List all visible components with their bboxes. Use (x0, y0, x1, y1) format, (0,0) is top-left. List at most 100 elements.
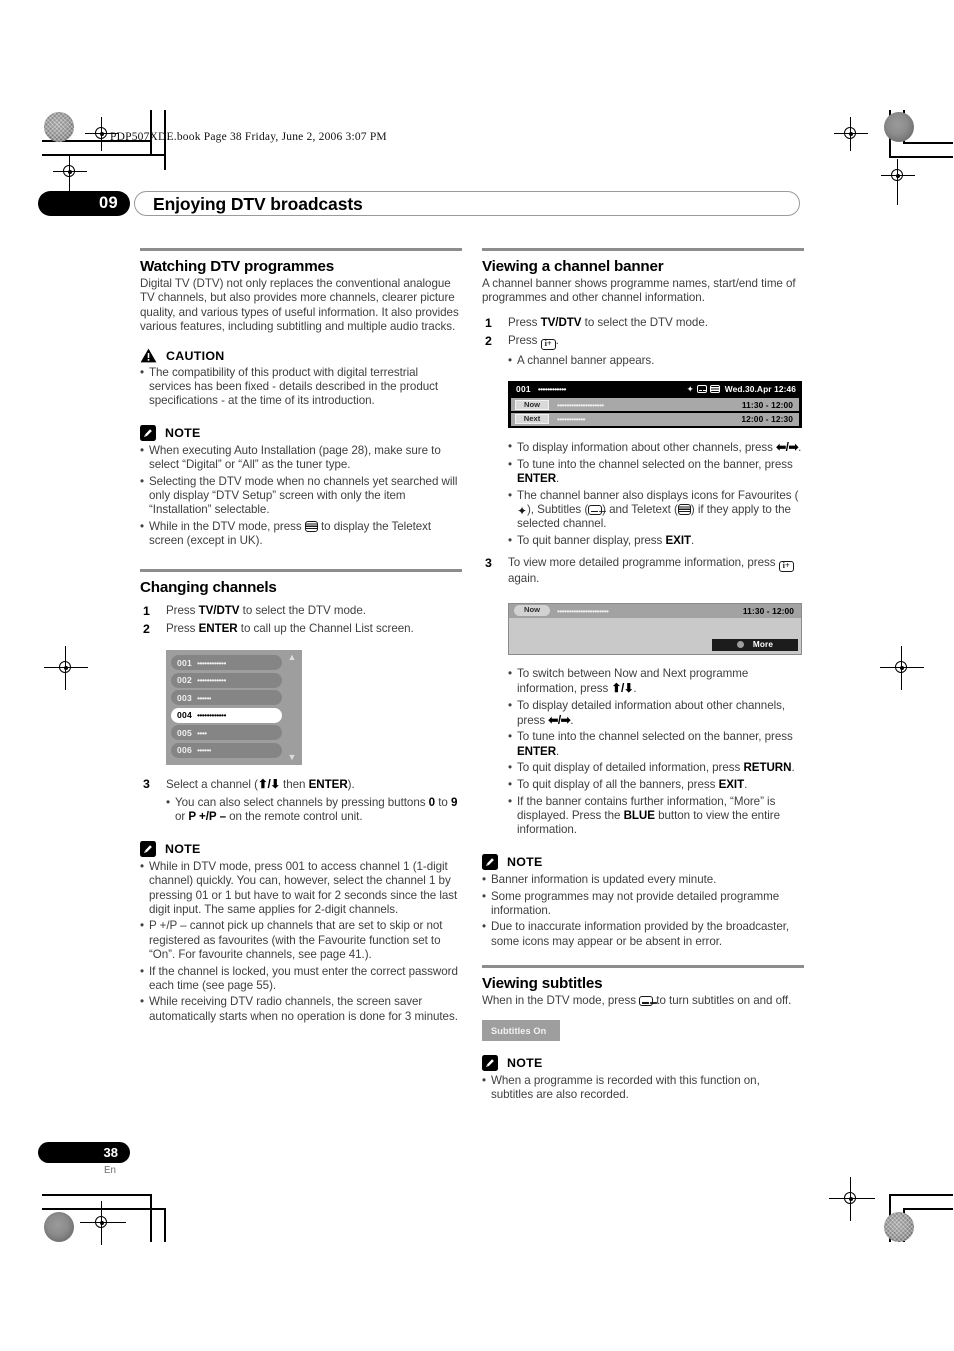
subtitles-icon (639, 995, 654, 1006)
detail-body: More (509, 617, 801, 654)
list-item[interactable]: 006 •••••• (171, 742, 282, 758)
print-slug: PDP507XDE.book Page 38 Friday, June 2, 2… (110, 131, 387, 143)
step-text-mid: then (279, 778, 309, 792)
channel-number: 001 (177, 657, 192, 668)
step-keyword: TV/DTV (198, 603, 240, 617)
favourites-icon: ✦ (517, 503, 528, 518)
more-label: More (752, 640, 774, 650)
bullet-keyword: EXIT (665, 533, 692, 547)
next-tag: Next (515, 414, 549, 424)
bullet-text-pre: To quit display of all the banners, pres… (517, 778, 719, 792)
list-item: To quit display of all the banners, pres… (508, 778, 804, 792)
substep-text-a: You can also select channels by pressing… (175, 796, 429, 810)
note-header-changing: NOTE (140, 841, 462, 858)
list-item[interactable]: 005 •••• (171, 725, 282, 741)
bullet-text-pre: To display information about other chann… (517, 441, 777, 454)
note-bullet-list-watching: When executing Auto Installation (page 2… (140, 444, 462, 548)
substep-list: You can also select channels by pressing… (166, 796, 462, 824)
registration-mark-upper-left (53, 155, 87, 201)
teletext-icon (709, 385, 720, 393)
substep-text-g: on the remote control unit. (225, 810, 363, 824)
substep-text-c: to (435, 796, 451, 810)
channel-number: 005 (177, 727, 192, 738)
channel-name-dots: •••••• (196, 692, 212, 703)
step-keyword: ENTER (308, 778, 348, 792)
list-item: To display detailed information about ot… (508, 699, 804, 728)
next-programme-dots: •••••••••••• (557, 414, 586, 424)
list-item: If the channel is locked, you must enter… (140, 965, 462, 993)
note-bullet-list-changing: While in DTV mode, press 001 to access c… (140, 860, 462, 1024)
bullet-keyword: EXIT (718, 778, 745, 792)
list-item: To quit display of detailed information,… (508, 761, 804, 775)
channel-name-dots: •••••••••••• (196, 710, 226, 721)
step-text-pre: Select a channel ( (166, 778, 258, 792)
step-text-post: again. (508, 572, 540, 586)
step-text-post: to call up the Channel List screen. (237, 621, 414, 635)
section-rule (140, 248, 462, 252)
substep-list: A channel banner appears. (508, 354, 804, 368)
banner-channel-name-dots: •••••••••••• (537, 384, 567, 394)
section-heading-changing-channels: Changing channels (140, 578, 277, 596)
note-header-subtitles: NOTE (482, 1055, 804, 1072)
note-header-banner: NOTE (482, 853, 804, 870)
subtitles-icon (696, 385, 707, 393)
registration-mark-mid-left (44, 646, 88, 690)
bullet-text-pre: To tune into the channel selected on the… (517, 730, 793, 744)
caution-header: CAUTION (140, 348, 462, 363)
left-right-arrows-icon: ⬅/➡ (776, 440, 799, 454)
bullet-keyword: BLUE (623, 808, 655, 822)
section-heading-viewing-subtitles: Viewing subtitles (482, 974, 603, 992)
now-tag: Now (515, 399, 549, 410)
subtitles-intro: When in the DTV mode, press to turn subt… (482, 994, 804, 1008)
scroll-down-icon[interactable]: ▼ (287, 753, 297, 762)
section-heading-watching-dtv: Watching DTV programmes (140, 258, 334, 276)
step-number: 1 (485, 315, 492, 330)
banner-next-row: Next •••••••••••• 12:00 - 12:30 (511, 412, 799, 426)
list-item[interactable]: 002 •••••••••••• (171, 672, 282, 688)
step-2-banner: 2 Press i+. (482, 334, 804, 350)
blue-button-icon (736, 641, 744, 649)
section-rule (482, 248, 804, 252)
list-item[interactable]: 001 •••••••••••• (171, 655, 282, 671)
osd-channel-list-screen: 001 •••••••••••• 002 •••••••••••• 003 ••… (166, 650, 302, 766)
list-item: If the banner contains further informati… (508, 795, 804, 838)
step-1-changing: 1 Press TV/DTV to select the DTV mode. (140, 604, 462, 618)
bullet-keyword: ENTER (517, 471, 557, 485)
channel-name-dots: •••• (196, 727, 207, 738)
detail-time: 11:30 - 12:00 (742, 605, 794, 616)
more-button[interactable]: More (712, 638, 798, 651)
list-item: Due to inaccurate information provided b… (482, 920, 804, 948)
registration-blob-top-right (884, 112, 914, 142)
info-plus-icon: i+ (778, 561, 794, 573)
list-item-selected[interactable]: 004 •••••••••••• (171, 707, 282, 723)
bullet-keyword: RETURN (743, 761, 792, 775)
note-pencil-icon (140, 841, 156, 858)
registration-blob-bottom-left (44, 1212, 74, 1242)
detail-programme-dots: •••••••••••••••••••••• (557, 605, 609, 616)
left-right-arrows-icon: ⬅/➡ (548, 712, 571, 727)
list-item: When a programme is recorded with this f… (482, 1074, 804, 1102)
list-item: Selecting the DTV mode when no channels … (140, 475, 462, 518)
step-3-changing: 3 Select a channel (⬆/⬇ then ENTER). (140, 777, 462, 792)
channel-banner-intro: A channel banner shows programme names, … (482, 277, 796, 305)
subtitles-icon (588, 504, 603, 515)
channel-number: 006 (177, 745, 192, 756)
chapter-title-container: Enjoying DTV broadcasts (134, 191, 800, 216)
banner-bullets-wrap: To display information about other chann… (482, 440, 804, 548)
step-3-banner: 3 To view more detailed programme informa… (482, 556, 804, 586)
caution-label: CAUTION (166, 348, 225, 363)
caution-bullet-list: The compatibility of this product with d… (140, 366, 462, 409)
substep-key-9: 9 (450, 796, 458, 810)
osd-subtitles-on-chip: Subtitles On (482, 1020, 560, 1042)
bullet-text-post: . (570, 713, 574, 727)
subtitles-intro-pre: When in the DTV mode, press (482, 993, 640, 1007)
list-item: While in DTV mode, press 001 to access c… (140, 860, 462, 917)
registration-mark-mid-right (880, 646, 924, 690)
list-item[interactable]: 003 •••••• (171, 690, 282, 706)
step-number: 3 (143, 777, 150, 792)
bullet-text-pre: The channel banner also displays icons f… (517, 488, 799, 502)
note-label: NOTE (165, 426, 201, 441)
step-3-substeps: You can also select channels by pressing… (140, 796, 462, 824)
page-language-label: En (104, 1165, 116, 1176)
scroll-up-icon[interactable]: ▲ (287, 653, 297, 662)
